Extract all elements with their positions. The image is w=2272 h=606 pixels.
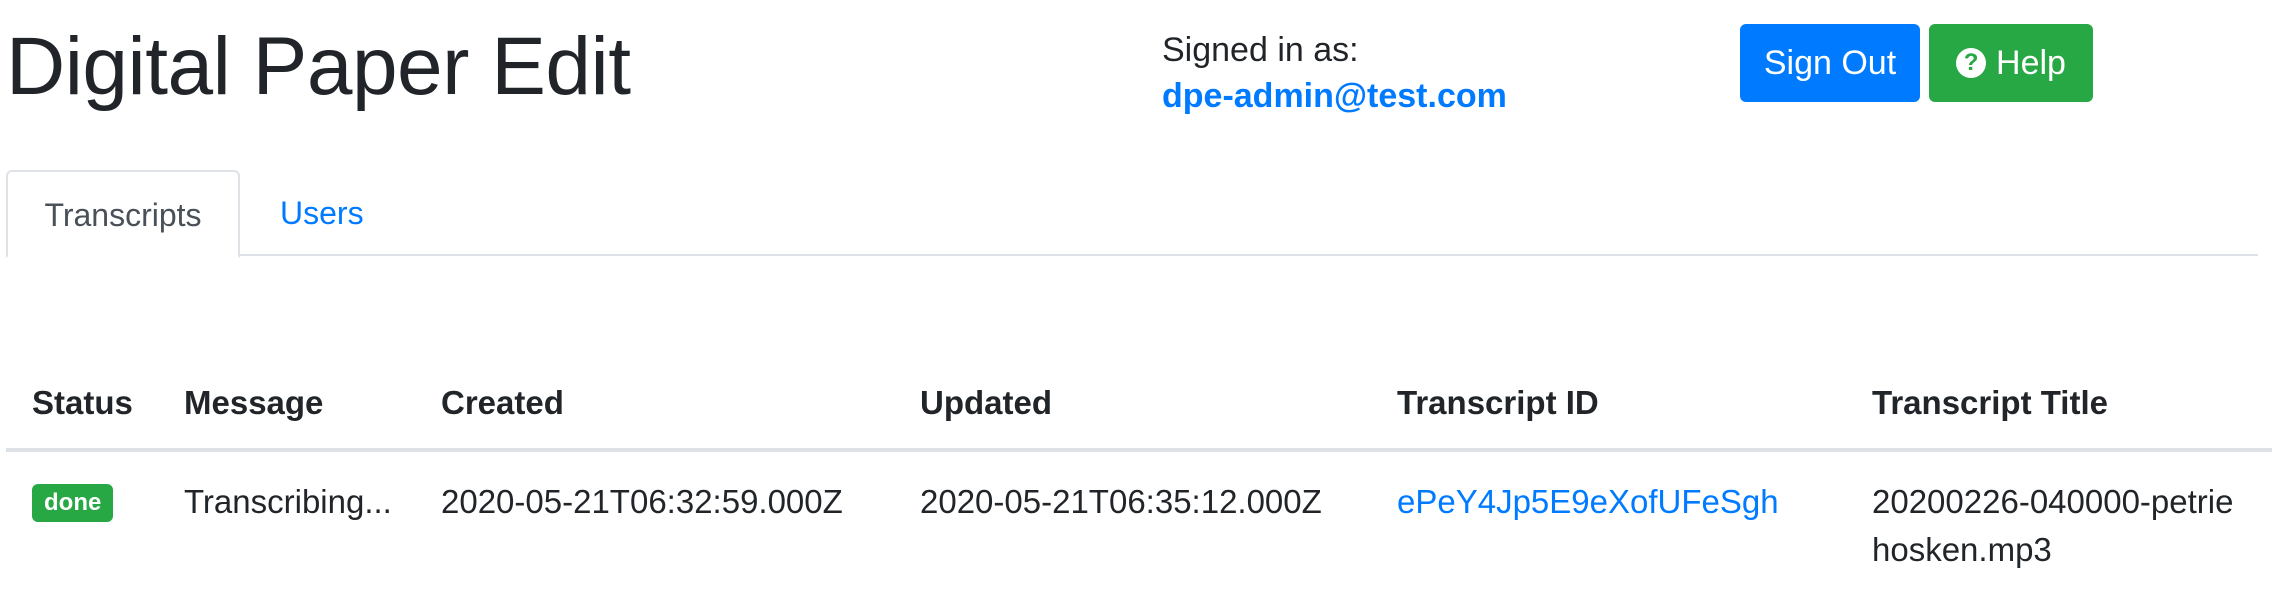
tab-users[interactable]: Users (246, 170, 398, 256)
tab-transcripts[interactable]: Transcripts (6, 170, 240, 258)
transcript-id-link[interactable]: ePeY4Jp5E9eXofUFeSgh (1397, 478, 1779, 526)
column-header-created[interactable]: Created (441, 384, 564, 422)
app-root: Digital Paper Edit Signed in as: dpe-adm… (0, 0, 2272, 606)
column-header-updated[interactable]: Updated (920, 384, 1052, 422)
signed-in-label: Signed in as: (1162, 31, 1359, 69)
sign-out-label: Sign Out (1763, 43, 1897, 82)
table-header-row: Status Message Created Updated Transcrip… (6, 370, 2272, 452)
status-badge: done (32, 484, 114, 522)
column-header-transcript-title[interactable]: Transcript Title (1872, 384, 2108, 422)
created-cell: 2020-05-21T06:32:59.000Z (441, 483, 843, 520)
sign-out-button[interactable]: Sign Out (1740, 24, 1920, 102)
message-cell: Transcribing... (184, 483, 392, 520)
signed-in-block: Signed in as: dpe-admin@test.com (1162, 30, 1507, 116)
transcript-title-line-2: hosken.mp3 (1872, 531, 2052, 568)
help-button[interactable]: ? Help (1929, 24, 2093, 102)
column-header-message[interactable]: Message (184, 384, 323, 422)
column-header-status[interactable]: Status (32, 384, 133, 422)
page-title: Digital Paper Edit (6, 21, 631, 112)
user-email-link[interactable]: dpe-admin@test.com (1162, 76, 1507, 116)
tab-bar: Transcripts Users (6, 170, 2258, 258)
updated-cell: 2020-05-21T06:35:12.000Z (920, 483, 1322, 520)
column-header-transcript-id[interactable]: Transcript ID (1397, 384, 1599, 422)
question-circle-icon: ? (1956, 48, 1987, 78)
table-row: done Transcribing... 2020-05-21T06:32:59… (6, 452, 2272, 602)
help-label: Help (1996, 43, 2066, 82)
transcripts-table: Status Message Created Updated Transcrip… (6, 370, 2272, 602)
transcript-title-line-1: 20200226-040000-petrie (1872, 483, 2234, 520)
transcript-title-cell: 20200226-040000-petrie hosken.mp3 (1872, 478, 2272, 574)
